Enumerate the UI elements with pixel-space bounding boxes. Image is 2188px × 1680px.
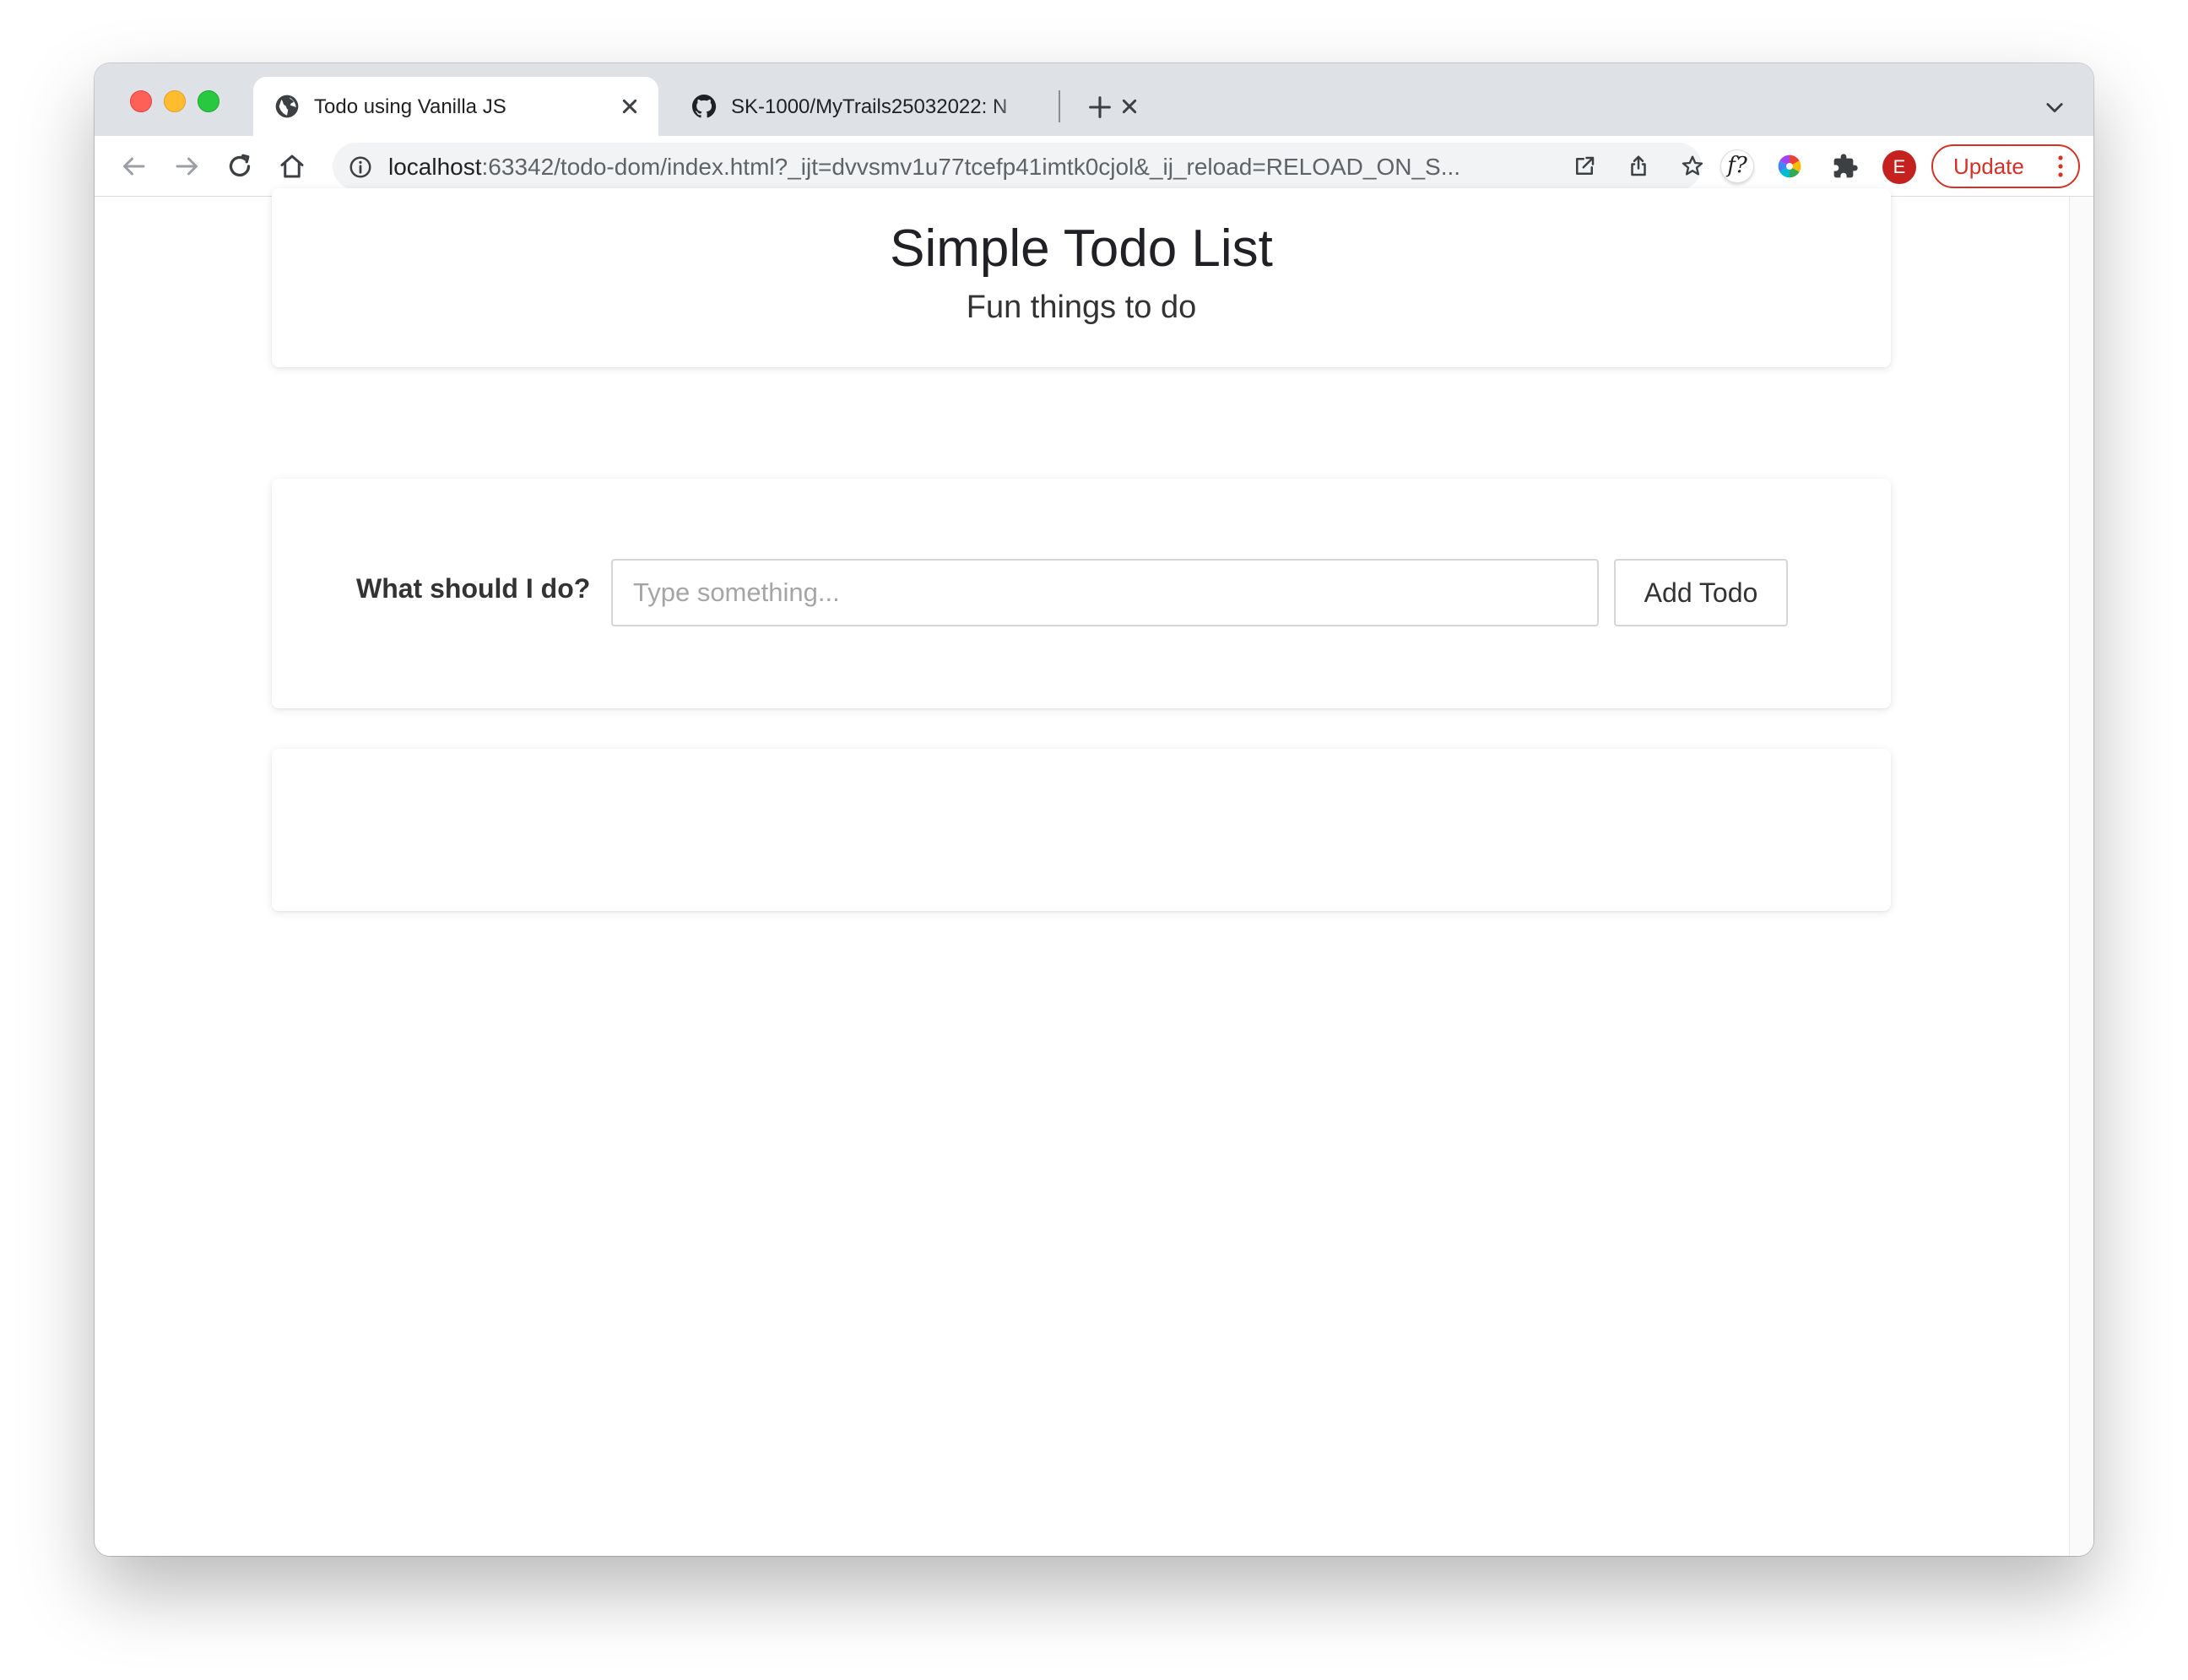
- reload-icon[interactable]: [225, 151, 255, 182]
- puzzle-extensions-icon[interactable]: [1832, 153, 1859, 180]
- close-tab-icon[interactable]: [1116, 93, 1143, 120]
- more-menu-icon: [2058, 155, 2063, 177]
- tab-strip: Todo using Vanilla JS SK-1000/MyTrails25…: [95, 63, 2093, 136]
- back-arrow-icon[interactable]: [118, 151, 149, 182]
- share-icon[interactable]: [1626, 154, 1651, 179]
- url-host: localhost: [388, 154, 482, 180]
- color-wheel-extension-icon[interactable]: [1776, 153, 1803, 180]
- tab-title: Todo using Vanilla JS: [314, 95, 506, 118]
- page-viewport: Simple Todo List Fun things to do What s…: [95, 188, 2093, 1556]
- tab-separator: [1059, 90, 1060, 122]
- add-todo-button[interactable]: Add Todo: [1614, 559, 1788, 626]
- tab-todo[interactable]: Todo using Vanilla JS: [253, 77, 658, 136]
- todo-list-card: [272, 749, 1891, 911]
- todo-input-label: What should I do?: [356, 573, 591, 604]
- todo-form-card: What should I do? Add Todo: [272, 479, 1891, 708]
- home-icon[interactable]: [277, 151, 307, 182]
- open-in-new-icon[interactable]: [1572, 154, 1597, 179]
- scrollbar[interactable]: [2069, 197, 2093, 1556]
- update-button[interactable]: Update: [1931, 144, 2080, 188]
- star-icon[interactable]: [1680, 154, 1705, 179]
- formula-extension-icon[interactable]: f?: [1720, 149, 1754, 183]
- todo-input[interactable]: [611, 559, 1599, 626]
- info-icon[interactable]: [348, 154, 373, 180]
- page-title: Simple Todo List: [890, 219, 1273, 278]
- page-subtitle: Fun things to do: [966, 290, 1197, 325]
- forward-arrow-icon[interactable]: [172, 151, 203, 182]
- github-icon: [692, 95, 717, 118]
- close-window-button[interactable]: [130, 90, 152, 112]
- header-card: Simple Todo List Fun things to do: [272, 188, 1891, 367]
- profile-avatar[interactable]: E: [1882, 150, 1916, 184]
- address-bar[interactable]: localhost:63342/todo-dom/index.html?_ijt…: [333, 143, 1705, 190]
- new-tab-icon[interactable]: [1086, 93, 1114, 122]
- url-text[interactable]: localhost:63342/todo-dom/index.html?_ijt…: [388, 154, 1545, 181]
- close-tab-icon[interactable]: [616, 93, 643, 120]
- chevron-down-icon[interactable]: [2043, 95, 2066, 119]
- globe-icon: [275, 95, 299, 118]
- maximize-window-button[interactable]: [198, 90, 219, 112]
- browser-window: Todo using Vanilla JS SK-1000/MyTrails25…: [95, 63, 2093, 1556]
- tab-github[interactable]: SK-1000/MyTrails25032022: N: [670, 77, 1143, 136]
- minimize-window-button[interactable]: [164, 90, 186, 112]
- url-path: :63342/todo-dom/index.html?_ijt=dvvsmv1u…: [481, 154, 1461, 180]
- tab-title: SK-1000/MyTrails25032022: N: [731, 95, 1008, 118]
- update-label: Update: [1953, 154, 2024, 179]
